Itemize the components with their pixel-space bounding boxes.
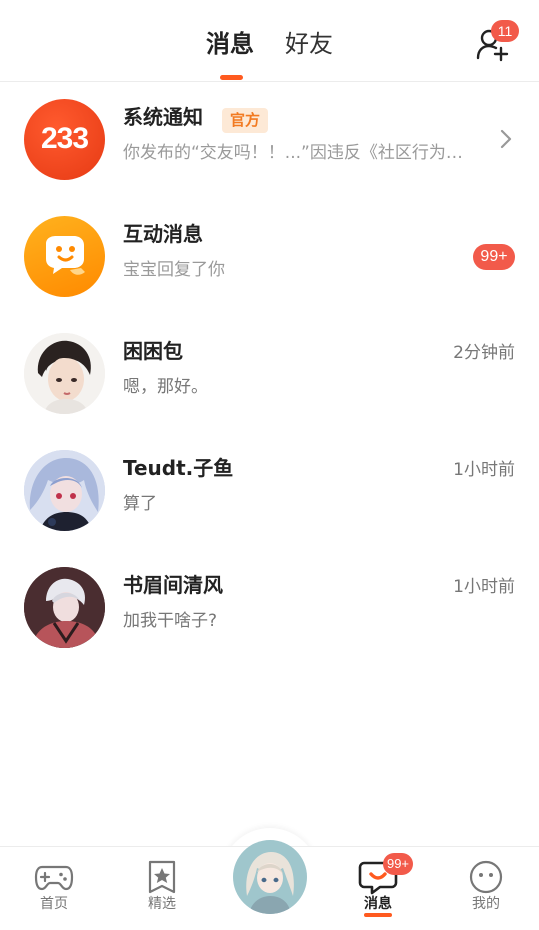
unread-badge: 99+ xyxy=(473,244,515,270)
avatar-logo-text: 233 xyxy=(40,122,89,155)
chat-bubble-icon xyxy=(46,236,85,275)
conversation-time: 2分钟前 xyxy=(453,343,515,363)
nav-label: 消息 xyxy=(364,896,392,912)
conversation-preview: 你发布的“交友吗！！...”因违反《社区行为守则》 xyxy=(123,143,479,163)
profile-face-icon xyxy=(469,860,503,894)
conversation-preview: 加我干啥子? xyxy=(123,611,218,631)
user-avatar-image xyxy=(24,333,105,414)
avatar xyxy=(24,216,105,297)
tab-friends[interactable]: 好友 xyxy=(285,28,333,60)
conversation-name: 困困包 xyxy=(123,339,183,363)
nav-label: 我的 xyxy=(472,896,500,912)
conversation-preview: 嗯，那好。 xyxy=(123,377,208,397)
center-avatar-button[interactable] xyxy=(233,840,307,914)
conversation-name: 互动消息 xyxy=(123,222,203,246)
nav-label: 首页 xyxy=(40,896,68,912)
conversation-system-notice[interactable]: 233 系统通知 官方 你发布的“交友吗！！...”因违反《社区行为守则》 xyxy=(0,99,539,216)
avatar: 233 xyxy=(24,99,105,180)
user-avatar-image xyxy=(24,450,105,531)
gamepad-icon xyxy=(34,865,74,891)
nav-item-home[interactable]: 首页 xyxy=(14,847,94,930)
conversation-teudt[interactable]: Teudt.子鱼 算了 1小时前 xyxy=(0,450,539,567)
conversation-name: Teudt.子鱼 xyxy=(123,456,234,480)
conversation-time: 1小时前 xyxy=(453,577,515,597)
active-nav-indicator xyxy=(364,913,392,917)
conversation-preview: 算了 xyxy=(123,494,157,514)
conversation-time: 1小时前 xyxy=(453,460,515,480)
nav-item-me[interactable]: 我的 xyxy=(446,847,526,930)
chevron-right-icon xyxy=(500,129,512,149)
active-tab-indicator xyxy=(220,75,243,80)
top-header: 消息 好友 11 xyxy=(0,0,539,82)
avatar xyxy=(24,567,105,648)
avatar xyxy=(24,450,105,531)
nav-label: 精选 xyxy=(148,896,176,912)
conversation-preview: 宝宝回复了你 xyxy=(123,260,225,280)
add-friend-badge: 11 xyxy=(491,20,519,42)
conversation-interactions[interactable]: 互动消息 宝宝回复了你 99+ xyxy=(0,216,539,333)
conversation-kunkunbao[interactable]: 困困包 嗯，那好。 2分钟前 xyxy=(0,333,539,450)
conversation-name: 书眉间清风 xyxy=(123,573,223,597)
conversation-name: 系统通知 xyxy=(123,105,203,129)
nav-item-featured[interactable]: 精选 xyxy=(122,847,202,930)
official-badge: 官方 xyxy=(222,108,269,133)
bookmark-star-icon xyxy=(148,860,176,894)
avatar xyxy=(24,333,105,414)
conversation-shumeijianqingfeng[interactable]: 书眉间清风 加我干啥子? 1小时前 xyxy=(0,567,539,684)
user-avatar-image xyxy=(24,567,105,648)
messages-nav-badge: 99+ xyxy=(383,853,413,875)
user-avatar-image xyxy=(233,840,307,914)
tab-messages[interactable]: 消息 xyxy=(206,28,254,60)
